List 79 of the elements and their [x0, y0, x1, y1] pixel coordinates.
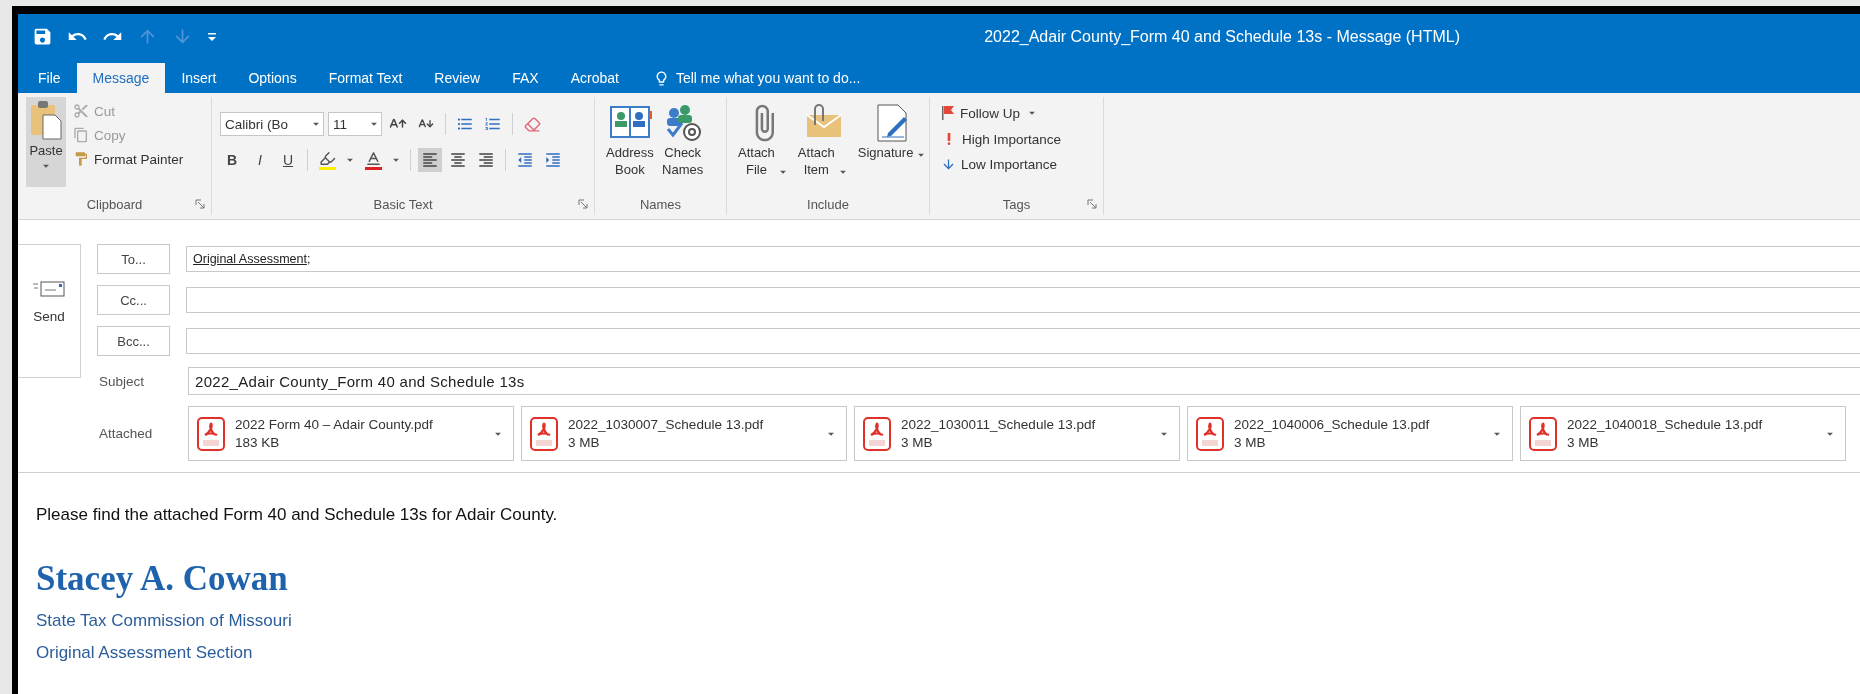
pdf-file-icon — [1196, 416, 1224, 451]
file-size: 3 MB — [568, 435, 601, 450]
file-size: 3 MB — [901, 435, 934, 450]
address-book-button[interactable]: Address Book — [603, 101, 657, 193]
separator-text: ; — [306, 252, 311, 266]
pdf-file-icon — [863, 416, 891, 451]
low-importance-button[interactable]: Low Importance — [938, 155, 1065, 174]
file-size: 3 MB — [1234, 435, 1267, 450]
file-name: 2022_1040006_Schedule 13.pdf — [1234, 417, 1431, 432]
check-names-button[interactable]: Check Names — [658, 101, 707, 193]
recipient-field[interactable] — [186, 328, 1860, 354]
pdf-file-icon — [530, 416, 558, 451]
ribbon-tab[interactable]: Message — [76, 63, 166, 93]
dialog-launcher-icon[interactable] — [578, 199, 588, 209]
dialog-launcher-icon[interactable] — [1087, 199, 1097, 209]
file-name: 2022_1030011_Schedule 13.pdf — [901, 417, 1097, 432]
signature-button[interactable]: Signature — [854, 101, 932, 193]
paste-button[interactable]: Paste — [26, 97, 66, 187]
ribbon-tab[interactable]: Review — [418, 63, 497, 93]
signature-name: Stacey A. Cowan — [36, 559, 289, 599]
group-label: Tags — [1002, 195, 1031, 214]
ribbon-tab[interactable]: Insert — [165, 63, 233, 93]
group-label: Basic Text — [373, 195, 433, 214]
dialog-launcher-icon[interactable] — [195, 199, 205, 209]
subject-field[interactable]: 2022_Adair County_Form 40 and Schedule 13s — [188, 367, 1860, 395]
align-left-icon[interactable] — [418, 148, 442, 172]
file-name: 2022 Form 40 – Adair County.pdf — [235, 417, 434, 432]
font-name-field[interactable]: Calibri (Bo — [220, 112, 324, 136]
file-name: 2022_1030007_Schedule 13.pdf — [568, 417, 765, 432]
down-arrow-icon — [941, 157, 956, 172]
ribbon-tab[interactable]: Acrobat — [554, 63, 635, 93]
pdf-file-icon — [197, 416, 225, 451]
underline-button[interactable]: U — [276, 149, 300, 171]
attach-item-button[interactable]: Attach Item — [794, 101, 853, 193]
message-text: Please find the attached Form 40 and Schedule 13s for Adair County. — [36, 505, 559, 525]
attached-label: Attached — [98, 426, 154, 441]
follow-up-button[interactable]: Follow Up — [938, 103, 1065, 123]
signature-line: Original Assessment Section — [36, 642, 254, 664]
file-size: 183 KB — [235, 435, 281, 450]
recipient-field[interactable] — [186, 287, 1860, 313]
paintbrush-icon — [73, 151, 89, 167]
format-painter-button[interactable]: Format Painter — [70, 149, 187, 169]
envelope-icon — [32, 278, 66, 299]
customize-icon[interactable] — [207, 30, 217, 43]
flag-icon — [941, 105, 955, 121]
ribbon-tab[interactable]: FAX — [496, 63, 555, 93]
group-label: Clipboard — [86, 195, 143, 214]
recipient-link[interactable]: Original Assessment — [193, 252, 307, 266]
ribbon-tab[interactable]: Options — [232, 63, 313, 93]
pdf-file-icon — [1529, 416, 1557, 451]
recipient-field[interactable]: Original Assessment; — [186, 246, 1860, 272]
attachment-chip[interactable]: 2022 Form 40 – Adair County.pdf 183 KB — [188, 406, 514, 461]
address-button[interactable]: To... — [97, 244, 170, 274]
send-button[interactable]: Send — [18, 244, 81, 378]
tell-me-field[interactable]: Tell me what you want to do... — [634, 63, 861, 93]
signature-line: State Tax Commission of Missouri — [36, 610, 293, 632]
attachment-chip[interactable]: 2022_1040006_Schedule 13.pdf 3 MB — [1187, 406, 1513, 461]
attachment-chip[interactable]: 2022_1030007_Schedule 13.pdf 3 MB — [521, 406, 847, 461]
ribbon-tab[interactable]: Format Text — [312, 63, 419, 93]
font-size-field[interactable]: 11 — [328, 112, 382, 136]
group-label: Include — [807, 195, 849, 214]
attach-file-button[interactable]: Attach File — [735, 101, 793, 193]
italic-button[interactable]: I — [248, 149, 272, 171]
save-icon[interactable] — [32, 26, 53, 47]
address-button[interactable]: Bcc... — [97, 326, 170, 356]
file-size: 3 MB — [1567, 435, 1600, 450]
high-importance-button[interactable]: High Importance — [938, 129, 1065, 149]
copy-icon — [73, 127, 89, 143]
window-title: 2022_Adair County_Form 40 and Schedule 13s - Message (HTML) — [984, 27, 1460, 46]
bold-button[interactable]: B — [220, 149, 244, 171]
attachment-chip[interactable]: 2022_1030011_Schedule 13.pdf 3 MB — [854, 406, 1180, 461]
address-button[interactable]: Cc... — [97, 285, 170, 315]
ribbon-tab[interactable]: File — [22, 63, 77, 93]
scissors-icon — [73, 103, 89, 119]
file-name: 2022_1040018_Schedule 13.pdf — [1567, 417, 1764, 432]
attachment-chip[interactable]: 2022_1040018_Schedule 13.pdf 3 MB — [1520, 406, 1846, 461]
subject-label: Subject — [98, 373, 146, 389]
clipboard-icon — [29, 99, 63, 141]
group-label: Names — [639, 195, 682, 214]
